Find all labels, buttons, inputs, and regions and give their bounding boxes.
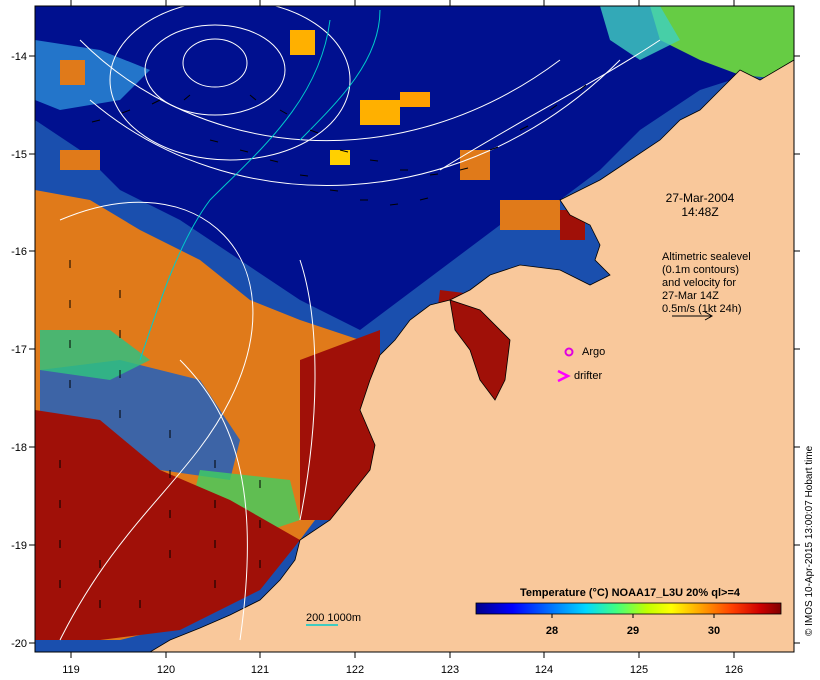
altimetry-note-line: 0.5m/s (1kt 24h) <box>662 303 741 315</box>
altimetry-note-line: 27-Mar 14Z <box>662 290 719 302</box>
date-label: 27-Mar-2004 <box>666 191 735 205</box>
warm-patch <box>60 150 100 170</box>
colorbar-tick-label: 29 <box>627 625 639 637</box>
y-tick-label: -17 <box>11 344 27 356</box>
x-tick-label: 126 <box>725 664 743 676</box>
x-tick-labels: 119 120 121 122 123 124 125 126 <box>62 664 743 676</box>
colorbar-tick-label: 30 <box>708 625 720 637</box>
warm-patch <box>290 30 315 55</box>
x-tick-label: 125 <box>630 664 648 676</box>
warm-patch <box>60 60 85 85</box>
warm-patch <box>500 200 560 230</box>
y-tick-label: -15 <box>11 149 27 161</box>
argo-label: Argo <box>582 346 605 358</box>
map-plot-area <box>35 6 794 652</box>
y-tick-label: -16 <box>11 246 27 258</box>
x-tick-label: 120 <box>157 664 175 676</box>
x-tick-label: 124 <box>535 664 553 676</box>
colorbar-title: Temperature (°C) NOAA17_L3U 20% ql>=4 <box>520 587 741 599</box>
x-tick-label: 122 <box>346 664 364 676</box>
altimetry-note-line: Altimetric sealevel <box>662 251 751 263</box>
altimetry-note-line: (0.1m contours) <box>662 264 739 276</box>
warm-patch <box>400 92 430 107</box>
colorbar: Temperature (°C) NOAA17_L3U 20% ql>=4 28… <box>470 580 788 648</box>
sst-map: 119 120 121 122 123 124 125 126 -14 -15 … <box>11 0 815 676</box>
scale-label: 200 1000m <box>306 612 361 624</box>
y-tick-label: -19 <box>11 540 27 552</box>
altimetry-note-line: and velocity for <box>662 277 736 289</box>
x-tick-label: 123 <box>441 664 459 676</box>
y-tick-labels: -14 -15 -16 -17 -18 -19 -20 <box>11 51 27 650</box>
colorbar-tick-label: 28 <box>546 625 558 637</box>
colorbar-gradient <box>475 602 782 615</box>
x-tick-label: 119 <box>62 664 80 676</box>
warm-patch <box>360 100 400 125</box>
x-tick-label: 121 <box>251 664 269 676</box>
credit-text: © IMOS 10-Apr-2015 13:00:07 Hobart time <box>804 445 815 636</box>
y-tick-label: -18 <box>11 442 27 454</box>
time-label: 14:48Z <box>681 205 718 219</box>
drifter-label: drifter <box>574 370 602 382</box>
y-tick-label: -20 <box>11 638 27 650</box>
y-tick-label: -14 <box>11 51 27 63</box>
